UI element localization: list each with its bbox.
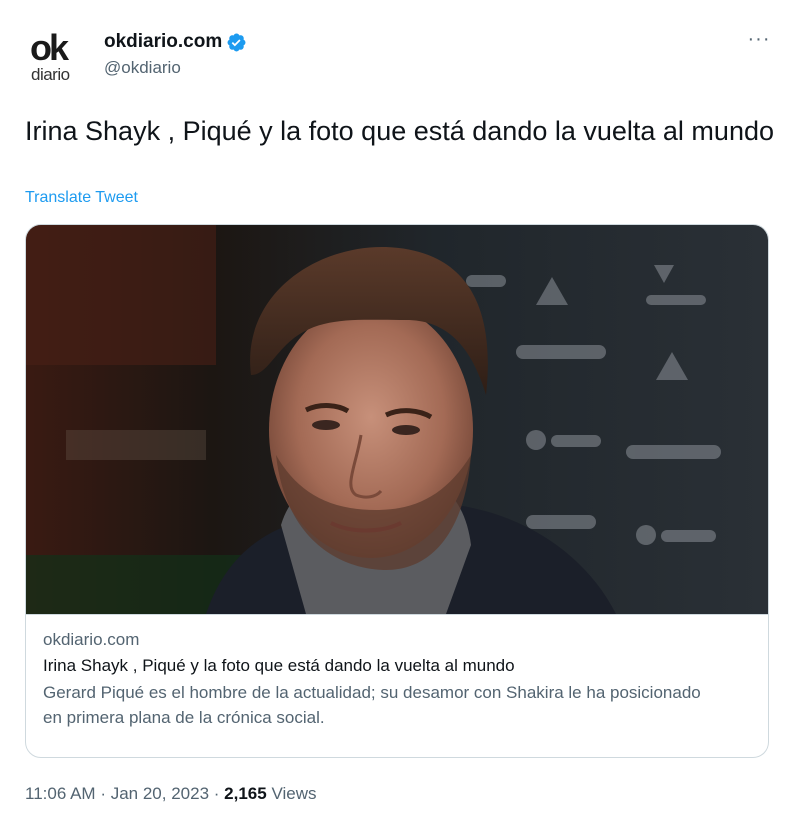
card-domain: okdiario.com	[43, 630, 140, 649]
avatar[interactable]: ok diario	[22, 24, 88, 90]
card-body[interactable]: okdiario.com Irina Shayk , Piqué y la fo…	[26, 614, 768, 757]
verified-badge-icon	[226, 32, 247, 53]
views-label: Views	[271, 784, 317, 803]
author-handle[interactable]: @okdiario	[104, 58, 181, 78]
tweet-meta: 11:06 AM · Jan 20, 2023 · 2,165 Views	[25, 783, 317, 805]
card-title: Irina Shayk , Piqué y la foto que está d…	[43, 656, 515, 675]
more-options-button[interactable]: ···	[744, 29, 774, 54]
card-image[interactable]	[26, 225, 768, 614]
tweet-text: Irina Shayk , Piqué y la foto que está d…	[25, 116, 774, 146]
translate-tweet-link[interactable]: Translate Tweet	[25, 188, 138, 208]
avatar-logo-subtext: diario	[31, 65, 70, 84]
author-name-row[interactable]: okdiario.com	[104, 31, 247, 53]
tweet-time[interactable]: 11:06 AM	[25, 784, 96, 803]
meta-separator: ·	[100, 784, 106, 803]
tweet-date[interactable]: Jan 20, 2023	[111, 784, 209, 803]
meta-separator-2: ·	[213, 784, 220, 803]
author-name[interactable]: okdiario.com	[104, 31, 222, 53]
avatar-logo-text: ok	[30, 27, 69, 68]
link-preview-card[interactable]: okdiario.com Irina Shayk , Piqué y la fo…	[25, 224, 769, 758]
tweet-container: ok diario okdiario.com @okdiario ··· Iri…	[0, 0, 800, 813]
views-count: 2,165	[224, 784, 267, 803]
card-description: Gerard Piqué es el hombre de la actualid…	[43, 683, 701, 727]
